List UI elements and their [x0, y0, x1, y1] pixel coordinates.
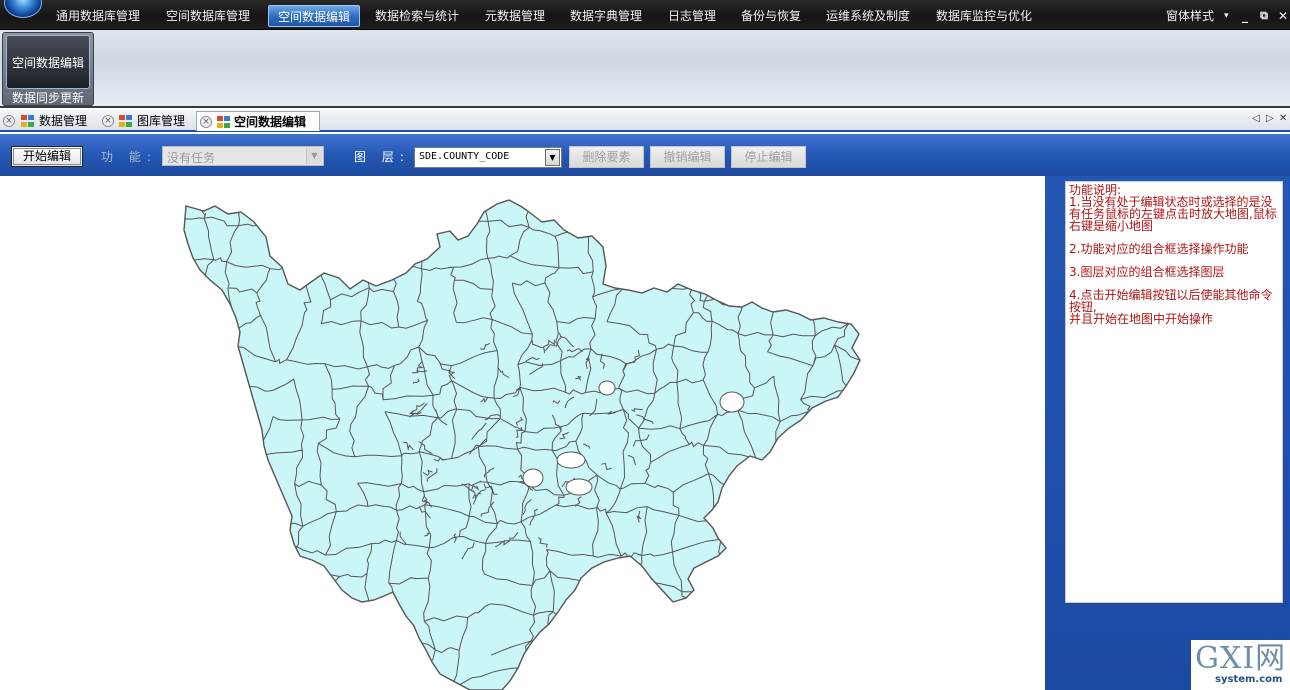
tab-label: 数据管理 [39, 114, 88, 128]
menu-spatial-db[interactable]: 空间数据库管理 [158, 5, 258, 27]
help-item-4: 4.点击开始编辑按钮以后使能其他命令按钮, [1069, 288, 1273, 314]
menu-bar: 通用数据库管理 空间数据库管理 空间数据编辑 数据检索与统计 元数据管理 数据字… [0, 0, 1290, 30]
chevron-down-icon[interactable]: ▾ [1224, 5, 1229, 27]
tab-label: 空间数据编辑 [234, 115, 307, 129]
layer-select[interactable]: SDE.COUNTY_CODE ▼ [414, 147, 562, 168]
tab-spatial-edit[interactable]: × 空间数据编辑 [196, 111, 320, 131]
menu-spatial-edit[interactable]: 空间数据编辑 [268, 5, 360, 27]
start-edit-button[interactable]: 开始编辑 [11, 146, 83, 167]
map-hole [719, 391, 745, 413]
chevron-down-icon[interactable]: ▼ [545, 149, 560, 166]
menu-ops-system[interactable]: 运维系统及制度 [819, 5, 917, 27]
edit-toolbar: 开始编辑 功 能: 没有任务 ▼ 图 层: SDE.COUNTY_CODE ▼ … [0, 134, 1290, 176]
ribbon-group-label: 数据同步更新 [11, 91, 84, 105]
map-hole [598, 380, 616, 396]
site-watermark: GXI网 system.com [1191, 640, 1290, 690]
chevron-down-icon[interactable]: ▼ [306, 148, 322, 164]
tab-close-icon[interactable]: × [3, 115, 15, 127]
menu-backup-restore[interactable]: 备份与恢复 [734, 5, 808, 27]
window-style-menu[interactable]: 窗体样式 [1166, 5, 1214, 27]
app-orb-button[interactable] [4, 0, 42, 18]
map-hole [556, 451, 586, 469]
help-item-4-continued: 并且开始在地图中开始操作 [1069, 312, 1214, 326]
function-select[interactable]: 没有任务 ▼ [162, 146, 324, 166]
layer-label: 图 层: [354, 150, 410, 164]
ribbon: 空间数据编辑 数据同步更新 [0, 30, 1290, 108]
help-item-3: 3.图层对应的组合框选择图层 [1069, 265, 1225, 279]
tab-close-icon[interactable]: × [200, 116, 212, 128]
function-select-value: 没有任务 [167, 151, 216, 165]
watermark-domain: system.com [1215, 674, 1283, 685]
help-text-box[interactable]: 功能说明: 1.当没有处于编辑状态时或选择的是没有任务鼠标的左键点击时放大地图,… [1065, 181, 1283, 603]
layer-select-value: SDE.COUNTY_CODE [419, 151, 510, 162]
ribbon-group-sync-update: 空间数据编辑 数据同步更新 [2, 32, 94, 106]
tab-map-library[interactable]: × 图库管理 [98, 111, 196, 131]
tab-grid-icon [217, 116, 231, 129]
menu-db-monitor[interactable]: 数据库监控与优化 [929, 5, 1039, 27]
map-hole [565, 478, 593, 496]
tab-grid-icon [21, 115, 35, 128]
tab-scroll-right-icon[interactable]: ▷ [1266, 113, 1274, 124]
function-label: 功 能: [101, 150, 157, 164]
tab-scroll-left-icon[interactable]: ◁ [1252, 113, 1260, 124]
tab-close-icon[interactable]: × [102, 115, 114, 127]
delete-feature-button[interactable]: 删除要素 [569, 146, 644, 168]
map-canvas[interactable] [0, 176, 1045, 690]
tab-close-all-icon[interactable]: ✕ [1279, 113, 1287, 124]
undo-edit-button[interactable]: 撤销编辑 [650, 146, 725, 168]
menu-metadata[interactable]: 元数据管理 [478, 5, 552, 27]
help-item-2: 2.功能对应的组合框选择操作功能 [1069, 242, 1249, 256]
tab-data-management[interactable]: × 数据管理 [0, 111, 98, 131]
tab-grid-icon [119, 115, 133, 128]
menu-general-db[interactable]: 通用数据库管理 [50, 5, 146, 27]
stop-edit-button[interactable]: 停止编辑 [731, 146, 806, 168]
document-tab-bar: × 数据管理 × 图库管理 × 空间数据编辑 ◁ ▷ ✕ [0, 110, 1290, 132]
tab-label: 图库管理 [137, 114, 186, 128]
menu-search-stats[interactable]: 数据检索与统计 [368, 5, 466, 27]
restore-button[interactable]: ⧉ [1255, 5, 1273, 27]
province-fill [184, 200, 860, 690]
help-side-panel: 功能说明: 1.当没有处于编辑状态时或选择的是没有任务鼠标的左键点击时放大地图,… [1045, 176, 1290, 690]
watermark-logo-text: GXI网 [1195, 641, 1287, 676]
county-map[interactable] [0, 176, 1045, 690]
menu-log[interactable]: 日志管理 [661, 5, 723, 27]
help-item-1: 1.当没有处于编辑状态时或选择的是没有任务鼠标的左键点击时放大地图,鼠标右键是缩… [1069, 195, 1277, 233]
map-hole [522, 468, 544, 488]
close-button[interactable]: ✕ [1274, 5, 1290, 27]
menu-data-dictionary[interactable]: 数据字典管理 [563, 5, 649, 27]
minimize-button[interactable]: _ [1236, 5, 1254, 27]
spatial-edit-ribbon-button[interactable]: 空间数据编辑 [6, 35, 90, 89]
